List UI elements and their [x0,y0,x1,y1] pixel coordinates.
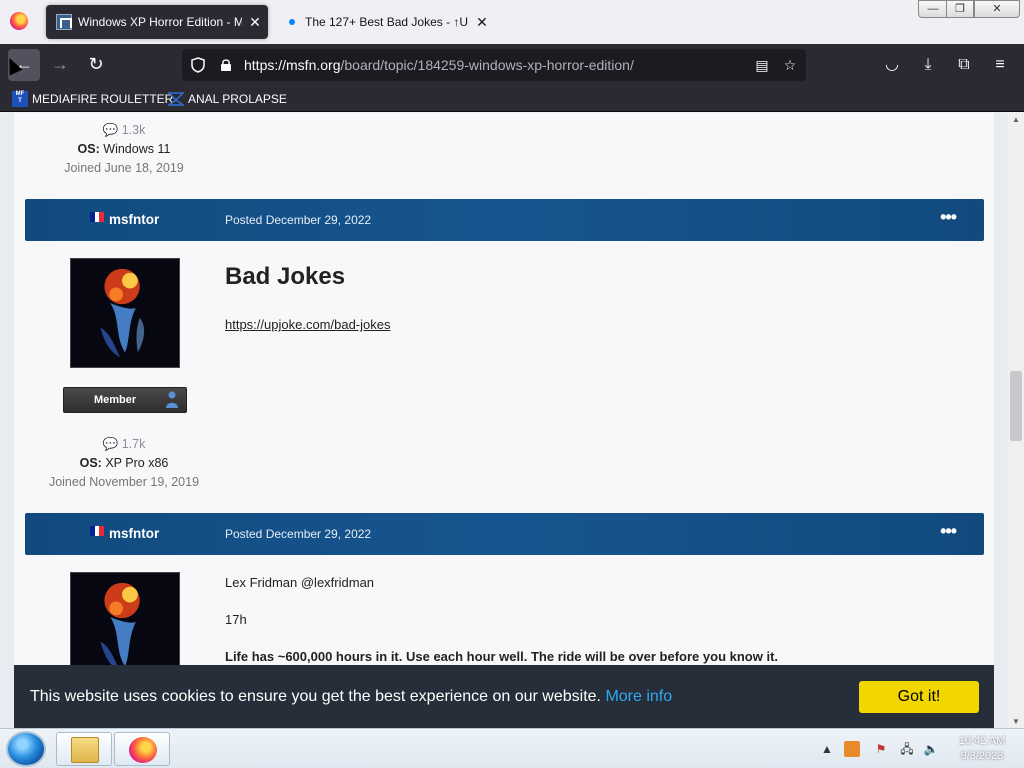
forum-page: 💬 1.3k OS: Windows 11 Joined June 18, 20… [14,113,994,728]
tab-close-icon[interactable]: ✕ [248,14,262,31]
window-restore-button[interactable]: ❐ [946,0,974,18]
clock-time: 10:42 AM [958,735,1006,747]
taskbar-explorer[interactable] [56,732,112,766]
firefox-menu-icon[interactable] [10,12,28,30]
post-text-line: 17h [225,612,247,627]
mediafire-icon: MF T [12,91,28,107]
downloads-icon[interactable]: ⤓ [918,55,938,75]
got-it-button[interactable]: Got it! [859,681,979,713]
network-icon[interactable]: 🖧 [898,737,916,761]
joined-date: Joined November 19, 2019 [48,475,200,489]
tray-app-icon[interactable] [844,741,860,757]
member-figure-icon [166,391,178,408]
scrollbar-thumb[interactable] [1010,371,1022,441]
firefox-icon [129,737,157,763]
system-clock[interactable]: 10:42 AM 9/3/2023 [950,734,1014,764]
os-info: OS: XP Pro x86 [79,456,169,470]
post-text-line: Life has ~600,000 hours in it. Use each … [225,649,779,664]
bookmark-second[interactable]: ANAL PROLAPSE [168,90,287,108]
window-minimize-button[interactable]: — [918,0,948,18]
taskbar: ▲ ⚑ 🖧 🔈 10:42 AM 9/3/2023 [0,728,1024,768]
previous-author-info: 💬 1.3k OS: Windows 11 Joined June 18, 20… [14,123,234,175]
window-close-button[interactable]: ✕ [974,0,1020,18]
os-info: OS: Windows 11 [77,142,171,156]
bookmark-page-icon [168,92,184,106]
loading-dot-icon [289,19,295,25]
pocket-icon[interactable]: ◡ [882,55,902,75]
comment-count: 💬 1.3k [102,123,146,137]
post-link[interactable]: https://upjoke.com/bad-jokes [225,317,390,332]
comment-count: 💬 1.7k [102,437,146,451]
url-bar[interactable]: https://msfn.org/board/topic/184259-wind… [182,49,806,81]
tab-msfn[interactable]: Windows XP Horror Edition - MSFN ✕ [46,5,268,39]
tab-close-icon[interactable]: ✕ [475,14,489,31]
post-text-line: Lex Fridman @lexfridman [225,575,375,590]
reload-button[interactable]: ↻ [80,49,112,81]
url-text[interactable]: https://msfn.org/board/topic/184259-wind… [244,57,634,73]
post-author-link[interactable]: msfntor [109,212,159,227]
cookie-banner: This website uses cookies to ensure you … [14,665,994,728]
forward-button[interactable]: → [44,49,76,81]
page-scrollbar[interactable]: ▲ ▼ [1008,113,1024,728]
post-heading: Bad Jokes [225,263,346,290]
flag-icon [90,212,105,222]
more-info-link[interactable]: More info [605,688,672,705]
scroll-down-icon[interactable]: ▼ [1012,717,1020,726]
bookmark-label: ANAL PROLAPSE [188,92,287,106]
bookmark-star-icon[interactable]: ☆ [782,57,798,73]
more-options-icon[interactable]: ••• [940,207,957,228]
volume-icon[interactable]: 🔈 [922,737,940,761]
tracking-shield-icon[interactable] [191,57,205,73]
taskbar-firefox[interactable] [114,732,170,766]
post-date[interactable]: Posted December 29, 2022 [225,527,371,541]
joined-date: Joined June 18, 2019 [64,161,184,175]
post-header: msfntor Posted December 29, 2022 ••• [25,199,984,241]
folder-icon [71,737,99,763]
flag-icon [90,526,105,536]
extensions-icon[interactable]: ⧉ [954,55,974,75]
tab-title: Windows XP Horror Edition - MSFN [78,15,242,29]
tab-title: The 127+ Best Bad Jokes - ↑UPJOKE [305,15,469,29]
tab-strip: Windows XP Horror Edition - MSFN ✕ The 1… [0,0,1024,44]
avatar[interactable] [70,258,180,368]
bookmarks-toolbar: MF T MEDIAFIRE ROULETTER ANAL PROLAPSE [0,86,1024,112]
scroll-up-icon[interactable]: ▲ [1012,115,1020,124]
cookie-message: This website uses cookies to ensure you … [30,688,673,705]
post-date[interactable]: Posted December 29, 2022 [225,213,371,227]
post-header: msfntor Posted December 29, 2022 ••• [25,513,984,555]
hamburger-menu-icon[interactable]: ≡ [990,55,1010,75]
bookmark-mediafire[interactable]: MF T MEDIAFIRE ROULETTER [12,90,173,108]
post-author-link[interactable]: msfntor [109,526,159,541]
lock-icon[interactable] [220,58,232,72]
navigation-toolbar: ← → ↻ https://msfn.org/board/topic/18425… [0,44,1024,86]
rank-badge: Member [63,387,187,413]
page-content: 💬 1.3k OS: Windows 11 Joined June 18, 20… [0,113,1008,728]
bookmark-label: MEDIAFIRE ROULETTER [32,92,174,106]
clock-date: 9/3/2023 [960,750,1004,762]
msfn-favicon-icon [56,14,72,30]
reader-view-icon[interactable]: ▤ [754,57,770,73]
tray-expand-icon[interactable]: ▲ [820,737,834,761]
start-button[interactable] [6,731,46,767]
tab-upjoke[interactable]: The 127+ Best Bad Jokes - ↑UPJOKE ✕ [272,5,490,39]
more-options-icon[interactable]: ••• [940,521,957,542]
action-center-flag-icon[interactable]: ⚑ [872,737,890,761]
author-info: 💬 1.7k OS: XP Pro x86 Joined November 19… [14,437,234,489]
